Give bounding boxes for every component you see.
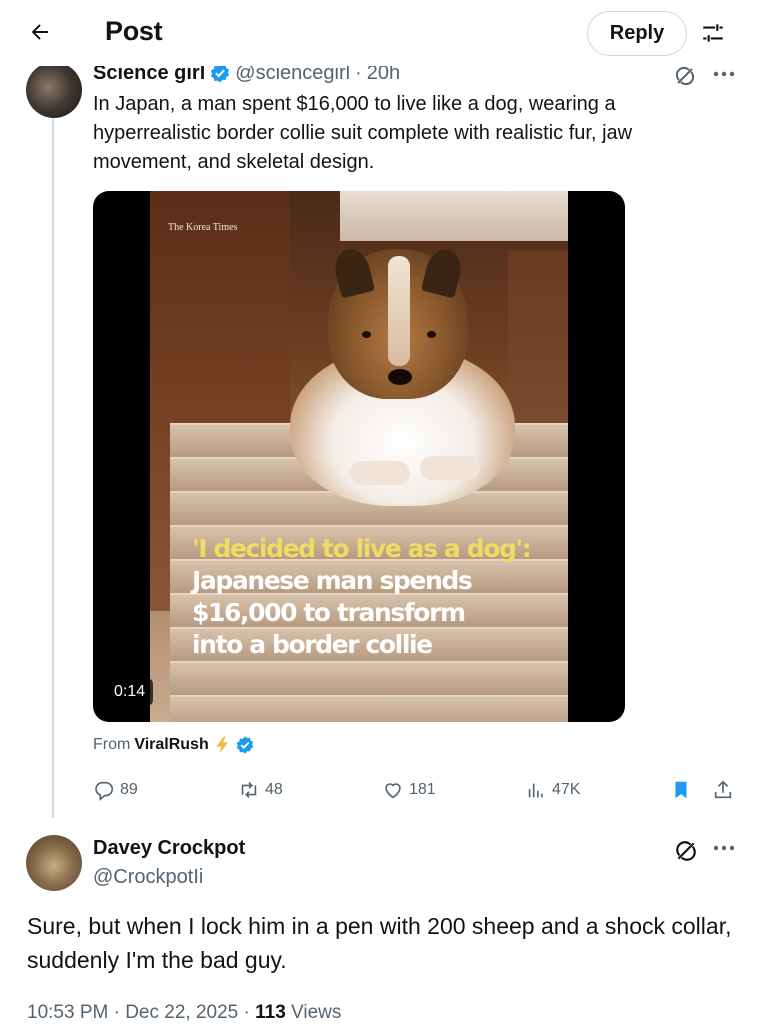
top-bar: Post Reply bbox=[0, 0, 766, 66]
from-name[interactable]: ViralRush bbox=[134, 736, 208, 754]
views-icon bbox=[528, 783, 543, 798]
bolt-icon bbox=[216, 736, 228, 754]
share-icon bbox=[714, 780, 732, 799]
reply-button[interactable]: Reply bbox=[587, 11, 687, 56]
thread-line bbox=[52, 118, 54, 818]
from-attribution: From ViralRush bbox=[93, 735, 255, 755]
bookmark-action[interactable] bbox=[670, 775, 697, 805]
author-handle[interactable]: @CrockpotIi bbox=[93, 866, 203, 889]
views-action[interactable]: 47K bbox=[525, 775, 580, 805]
caption-line: $16,000 to transform bbox=[192, 598, 466, 627]
like-count: 181 bbox=[409, 781, 436, 798]
video-duration-badge: 0:14 bbox=[106, 678, 154, 706]
video-source-tag: The Korea Times bbox=[168, 222, 238, 233]
post-text: Sure, but when I lock him in a pen with … bbox=[27, 913, 732, 973]
repost-action[interactable]: 48 bbox=[238, 775, 283, 805]
more-icon[interactable] bbox=[710, 836, 738, 860]
reply-icon bbox=[95, 781, 114, 801]
settings-sliders-icon[interactable] bbox=[700, 20, 726, 46]
caption-line: 'I decided to live as a dog': bbox=[192, 534, 532, 563]
post-meta: 10:53 PM · Dec 22, 2025 · 113 Views bbox=[27, 1002, 341, 1024]
video-caption: 'I decided to live as a dog': Japanese m… bbox=[192, 533, 552, 661]
views-count: 113 bbox=[255, 1002, 286, 1023]
author-name[interactable]: Davey Crockpot bbox=[93, 837, 245, 860]
avatar[interactable] bbox=[26, 835, 82, 891]
video-player[interactable]: The Korea Times 'I decided to live as a … bbox=[93, 191, 625, 722]
caption-line: into a border collie bbox=[192, 630, 433, 659]
like-icon bbox=[385, 783, 401, 799]
share-action[interactable] bbox=[712, 775, 739, 805]
back-arrow-icon bbox=[31, 24, 48, 40]
caption-line: Japanese man spends bbox=[192, 566, 473, 595]
reply-count: 89 bbox=[120, 781, 138, 798]
grok-icon[interactable] bbox=[673, 64, 697, 88]
post-text: In Japan, a man spent $16,000 to live li… bbox=[93, 93, 633, 173]
video-frame: The Korea Times 'I decided to live as a … bbox=[150, 191, 568, 722]
verified-badge-icon bbox=[236, 736, 253, 754]
back-button[interactable] bbox=[22, 14, 58, 50]
repost-count: 48 bbox=[265, 781, 283, 798]
bookmark-icon bbox=[675, 781, 687, 799]
page-title: Post bbox=[105, 16, 163, 46]
like-action[interactable]: 181 bbox=[382, 775, 436, 805]
from-prefix: From bbox=[93, 736, 131, 753]
views-label: Views bbox=[285, 1002, 342, 1023]
grok-icon[interactable] bbox=[673, 838, 699, 864]
avatar[interactable] bbox=[26, 62, 82, 118]
action-bar: 89 48 181 47K bbox=[0, 775, 766, 805]
post-timestamp[interactable]: 10:53 PM · Dec 22, 2025 · bbox=[27, 1002, 255, 1023]
views-count: 47K bbox=[552, 781, 581, 798]
reply-action[interactable]: 89 bbox=[93, 775, 138, 805]
repost-icon bbox=[241, 782, 257, 798]
